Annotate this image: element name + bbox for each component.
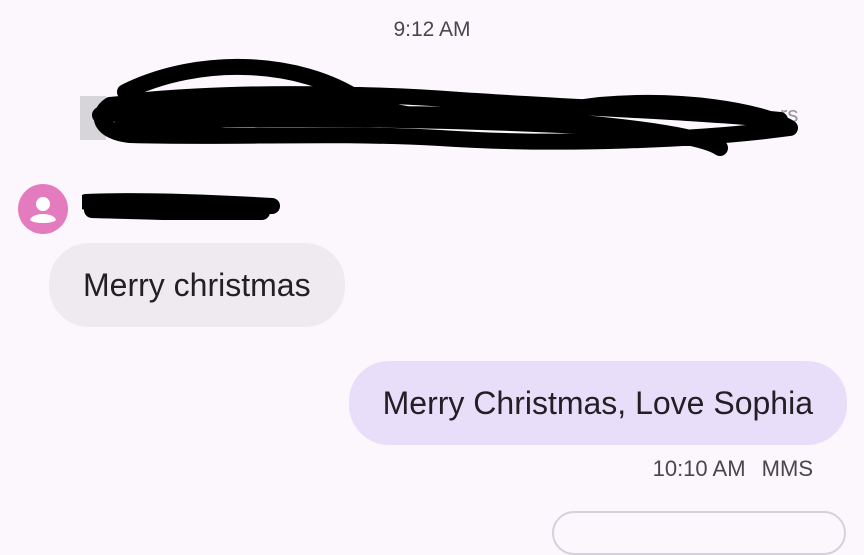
conversation-timestamp: 9:12 AM [393,18,471,41]
incoming-message-bubble[interactable]: Merry christmas [49,243,345,327]
group-icon [80,96,106,140]
contact-avatar[interactable] [18,184,68,234]
incoming-message-text: Merry christmas [83,266,311,303]
sender-name-redacted [82,193,280,220]
banner-text-fragment: rs [780,102,799,127]
person-icon [30,197,56,223]
outgoing-message-text: Merry Christmas, Love Sophia [382,384,813,421]
message-type-label: MMS [761,456,813,481]
outgoing-message-meta: 10:10 AM MMS [653,456,813,482]
outgoing-message-time: 10:10 AM [652,456,746,481]
conversation-info-banner: rs [80,88,800,148]
outgoing-message-bubble[interactable]: Merry Christmas, Love Sophia [348,361,847,445]
